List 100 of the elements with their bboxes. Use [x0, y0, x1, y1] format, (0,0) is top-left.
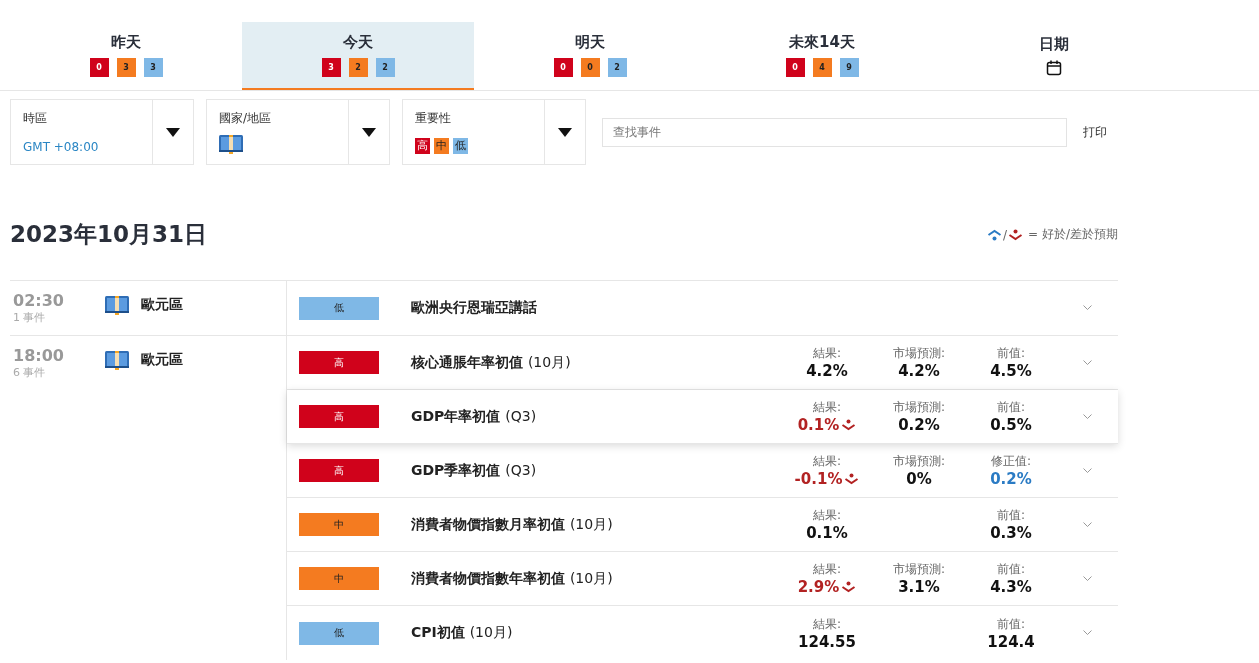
day-tab[interactable]: 昨天 0 3 3 [10, 22, 242, 90]
chevron-down-icon[interactable] [1083, 521, 1092, 528]
banknote-icon [219, 134, 243, 154]
chevron-down-icon[interactable] [1083, 630, 1092, 636]
importance-badge: 高 [299, 405, 379, 428]
event-count-badge: 2 [348, 58, 368, 77]
value-label: 前值: [996, 345, 1025, 362]
value-text: 0.1% [797, 416, 857, 434]
banknote-icon [105, 295, 129, 315]
value-label: 結果: [812, 345, 841, 362]
value-label: 市場預測: [892, 453, 945, 470]
value-text: 0.3% [990, 524, 1032, 542]
value-label: 市場預測: [892, 345, 945, 362]
legend-text: = 好於/差於預期 [1028, 226, 1118, 243]
event-title: CPI初值 (10月) [411, 624, 514, 642]
importance-option[interactable]: 低 [453, 138, 468, 154]
event-time: 18:00 [13, 346, 65, 365]
value-text: 0.1% [806, 524, 848, 542]
event-count-badge: 2 [375, 58, 395, 77]
importance-badge: 高 [299, 351, 379, 374]
importance-badge: 高 [299, 459, 379, 482]
worse-than-expected-icon [841, 581, 857, 593]
print-link[interactable]: 打印 [1083, 123, 1107, 141]
date-heading: 2023年10月31日 [10, 220, 208, 249]
value-label: 結果: [812, 453, 841, 470]
value-label: 結果: [812, 507, 841, 524]
value-text: 0.5% [990, 416, 1032, 434]
event-count-badge: 3 [116, 58, 136, 77]
region-name: 歐元區 [141, 296, 183, 314]
chevron-down-icon[interactable] [1083, 575, 1092, 582]
filter-dropdown[interactable]: 重要性 高 中 低 [402, 99, 586, 165]
value-text: 124.4 [987, 632, 1035, 651]
importance-option[interactable]: 中 [434, 138, 449, 154]
value-label: 結果: [812, 399, 841, 416]
chevron-down-icon[interactable] [1083, 467, 1092, 474]
value-text: 0.2% [898, 416, 940, 434]
value-text: 4.2% [898, 362, 940, 380]
filter-dropdown[interactable]: 時區 GMT +08:00 [10, 99, 194, 165]
importance-badge: 中 [299, 567, 379, 590]
day-tab[interactable]: 今天 3 2 2 [242, 22, 474, 90]
event-time: 02:30 [13, 291, 65, 310]
calendar-icon [1046, 59, 1062, 76]
value-text: -0.1% [794, 470, 860, 488]
value-text: 4.2% [806, 362, 848, 380]
day-tab[interactable]: 明天 0 0 2 [474, 22, 706, 90]
value-label: 修正值: [990, 453, 1031, 470]
banknote-icon [105, 350, 129, 370]
value-label: 前值: [996, 615, 1025, 633]
chevron-down-icon[interactable] [1083, 359, 1092, 366]
value-text: 2.9% [797, 578, 857, 596]
search-field[interactable]: 查找事件 [602, 117, 1067, 147]
importance-badge: 低 [299, 296, 379, 320]
day-tab[interactable]: 未來14天 0 4 9 [706, 22, 938, 90]
value-label: 結果: [812, 615, 841, 633]
legend-separator: / [1003, 227, 1008, 242]
event-title: 消費者物價指數年率初值 (10月) [411, 569, 614, 588]
event-title: 消費者物價指數月率初值 (10月) [411, 515, 614, 534]
dropdown-caret-icon [362, 127, 376, 137]
value-label: 市場預測: [892, 561, 945, 578]
worse-than-expected-icon [844, 473, 860, 485]
event-title: GDP季率初值 (Q3) [411, 461, 538, 480]
importance-badge: 中 [299, 513, 379, 536]
value-text: 0.2% [990, 470, 1032, 488]
value-text: 0% [906, 470, 932, 488]
chevron-down-icon[interactable] [1083, 305, 1092, 311]
filter-dropdown[interactable]: 國家/地區 [206, 99, 390, 165]
region-name: 歐元區 [141, 351, 183, 369]
event-count: 1 事件 [13, 310, 47, 325]
day-tab[interactable]: 日期 [938, 22, 1170, 90]
event-count-badge: 3 [143, 58, 163, 77]
value-label: 前值: [996, 399, 1025, 416]
worse-than-expected-legend-icon [1008, 228, 1024, 241]
value-label: 前值: [996, 561, 1025, 578]
event-count-badge: 0 [89, 58, 109, 77]
value-label: 市場預測: [892, 399, 945, 416]
event-count-badge: 9 [839, 58, 859, 77]
event-count-badge: 0 [580, 58, 600, 77]
value-label: 前值: [996, 507, 1025, 524]
event-title: GDP年率初值 (Q3) [411, 407, 538, 426]
value-text: 4.5% [990, 362, 1032, 380]
event-count-badge: 0 [785, 58, 805, 77]
value-text: 4.3% [990, 578, 1032, 596]
event-title: 核心通脹年率初值 (10月) [411, 353, 572, 372]
event-count-badge: 0 [553, 58, 573, 77]
dropdown-caret-icon [558, 127, 572, 137]
value-text: 124.55 [798, 632, 856, 651]
value-label: 結果: [812, 561, 841, 578]
event-count: 6 事件 [13, 365, 47, 380]
event-count-badge: 2 [607, 58, 627, 77]
value-text: 3.1% [898, 578, 940, 596]
chevron-down-icon[interactable] [1083, 413, 1092, 420]
dropdown-caret-icon [166, 127, 180, 137]
importance-option[interactable]: 高 [415, 138, 430, 154]
worse-than-expected-icon [841, 419, 857, 431]
event-row[interactable]: 高 GDP年率初值 (Q3) 結果: 0.1% 市場預測: 0.2% 前值: 0.5% [287, 390, 1118, 444]
event-title: 歐洲央行恩瑞亞講話 [411, 299, 538, 317]
event-count-badge: 4 [812, 58, 832, 77]
importance-badge: 低 [299, 621, 379, 645]
event-count-badge: 3 [321, 58, 341, 77]
better-than-expected-icon [987, 228, 1003, 241]
